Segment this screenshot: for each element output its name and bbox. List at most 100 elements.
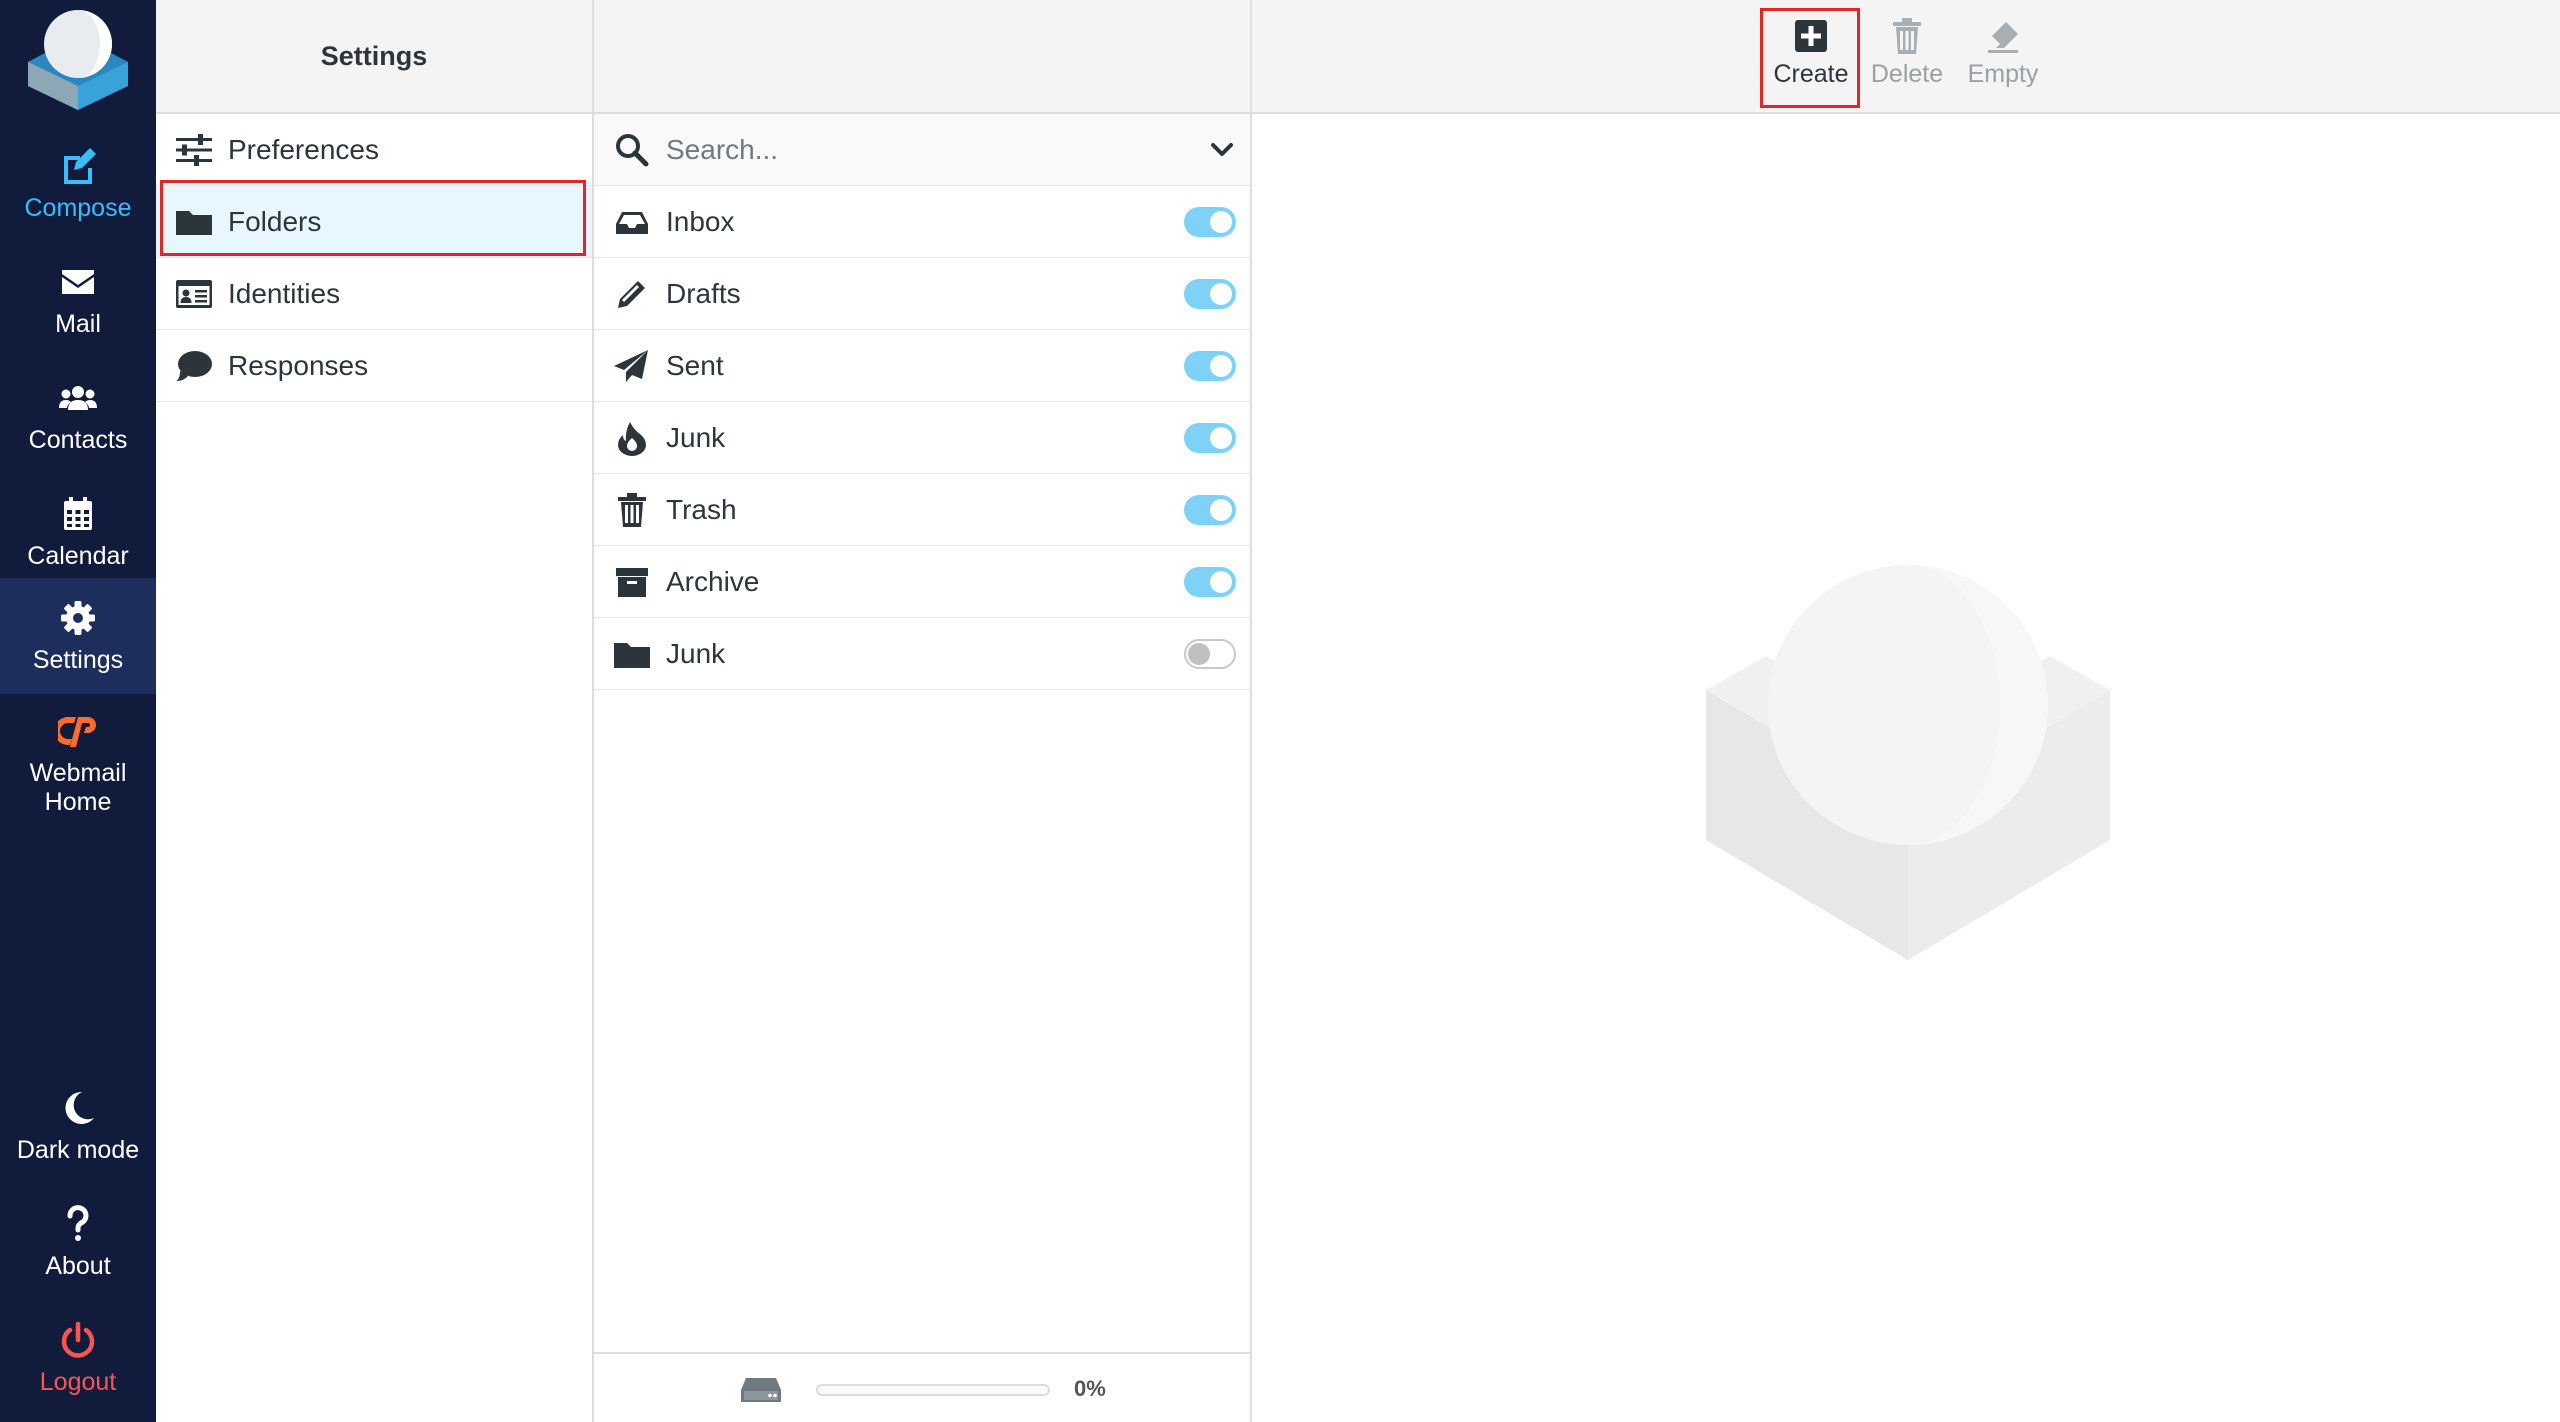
subscribe-toggle[interactable] [1184, 351, 1236, 381]
mail-label: Mail [55, 309, 101, 338]
envelope-icon [62, 269, 94, 294]
empty-label: Empty [1967, 60, 2039, 88]
folder-name: Drafts [666, 277, 741, 309]
create-folder-button[interactable]: Create [1766, 12, 1856, 102]
folder-icon [176, 210, 212, 235]
folder-row-junk-custom[interactable]: Junk [594, 618, 1250, 690]
folder-row-sent[interactable]: Sent [594, 330, 1250, 402]
calendar-nav-button[interactable]: Calendar [0, 474, 156, 590]
subscribe-toggle[interactable] [1184, 207, 1236, 237]
settings-menu-panel: Settings Preferences Folders Identities [156, 0, 594, 1422]
toggle-knob [1210, 571, 1232, 593]
toggle-knob [1188, 643, 1210, 665]
logout-label: Logout [39, 1367, 117, 1396]
comment-icon [176, 350, 212, 381]
empty-folder-button[interactable]: Empty [1958, 12, 2048, 102]
quota-progress-bar [816, 1384, 1050, 1396]
paper-plane-icon [614, 349, 648, 382]
cpanel-icon [58, 717, 96, 747]
settings-item-label: Responses [228, 349, 369, 381]
trash-icon [1893, 18, 1921, 54]
create-label: Create [1773, 60, 1849, 88]
settings-item-label: Identities [228, 277, 341, 309]
mail-nav-button[interactable]: Mail [0, 242, 156, 358]
subscribe-toggle[interactable] [1184, 495, 1236, 525]
hard-drive-icon [741, 1378, 781, 1402]
folder-name: Archive [666, 565, 760, 597]
calendar-icon [64, 496, 92, 530]
fire-icon [618, 421, 646, 456]
folder-name: Junk [666, 421, 726, 453]
toggle-knob [1210, 355, 1232, 377]
compose-label: Compose [24, 193, 132, 222]
dark-mode-label: Dark mode [16, 1135, 140, 1164]
subscribe-toggle[interactable] [1184, 423, 1236, 453]
folder-toolbar: Create Delete Empty [1252, 0, 2560, 114]
id-card-icon [176, 279, 212, 308]
trash-icon [618, 492, 646, 527]
toggle-knob [1210, 211, 1232, 233]
search-icon [616, 133, 649, 166]
settings-item-label: Preferences [228, 133, 379, 165]
folder-row-trash[interactable]: Trash [594, 474, 1250, 546]
quota-footer: 0% [594, 1352, 1250, 1422]
folder-name: Inbox [666, 205, 735, 237]
pencil-icon [618, 280, 645, 308]
settings-item-responses[interactable]: Responses [156, 330, 592, 402]
settings-label: Settings [32, 645, 124, 674]
toggle-knob [1210, 283, 1232, 305]
about-label: About [45, 1251, 111, 1280]
settings-panel-header: Settings [156, 0, 592, 114]
folder-name: Junk [666, 637, 726, 669]
folder-search-bar [594, 114, 1250, 186]
folder-row-archive[interactable]: Archive [594, 546, 1250, 618]
logout-button[interactable]: Logout [0, 1300, 156, 1416]
quota-percent: 0% [1074, 1376, 1106, 1401]
dark-mode-button[interactable]: Dark mode [0, 1068, 156, 1184]
roundcube-logo[interactable] [24, 6, 132, 110]
settings-panel-title: Settings [320, 40, 428, 71]
gear-icon [61, 600, 95, 635]
folder-name: Sent [666, 349, 724, 381]
subscribe-toggle[interactable] [1184, 639, 1236, 669]
subscribe-toggle[interactable] [1184, 567, 1236, 597]
contacts-nav-button[interactable]: Contacts [0, 358, 156, 474]
settings-nav-button[interactable]: Settings [0, 578, 156, 694]
webmail-home-label: Webmail Home [29, 759, 127, 816]
settings-item-folders[interactable]: Folders [156, 186, 592, 258]
folder-icon [614, 642, 650, 668]
folder-row-drafts[interactable]: Drafts [594, 258, 1250, 330]
webmail-home-button[interactable]: Webmail Home [0, 700, 156, 830]
archive-icon [616, 567, 648, 597]
compose-icon [64, 147, 96, 184]
plus-square-icon [1795, 20, 1827, 52]
about-button[interactable]: About [0, 1184, 156, 1300]
settings-item-identities[interactable]: Identities [156, 258, 592, 330]
folder-row-junk[interactable]: Junk [594, 402, 1250, 474]
chevron-down-icon[interactable] [1208, 136, 1236, 164]
sliders-icon [176, 133, 212, 166]
folder-search-input[interactable] [664, 132, 1164, 167]
settings-item-preferences[interactable]: Preferences [156, 114, 592, 186]
folder-row-inbox[interactable]: Inbox [594, 186, 1250, 258]
subscribe-toggle[interactable] [1184, 279, 1236, 309]
compose-button[interactable]: Compose [0, 126, 156, 242]
folder-name: Trash [666, 493, 737, 525]
folders-list-panel: Inbox Drafts Sent Junk [594, 0, 1252, 1422]
question-icon [67, 1204, 89, 1241]
folders-panel-header [594, 0, 1250, 114]
roundcube-watermark-logo [1706, 565, 2110, 960]
inbox-icon [616, 211, 648, 234]
users-icon [59, 385, 97, 410]
toggle-knob [1210, 427, 1232, 449]
eraser-icon [1988, 22, 2018, 53]
main-navigation: Compose Mail Contacts Calendar Settings … [0, 0, 156, 1422]
settings-item-label: Folders [228, 205, 322, 237]
content-frame: Create Delete Empty [1252, 0, 2560, 1422]
delete-folder-button[interactable]: Delete [1862, 12, 1952, 102]
contacts-label: Contacts [28, 425, 128, 454]
toggle-knob [1210, 499, 1232, 521]
calendar-label: Calendar [27, 541, 129, 570]
power-icon [61, 1321, 95, 1358]
moon-icon [65, 1091, 94, 1124]
